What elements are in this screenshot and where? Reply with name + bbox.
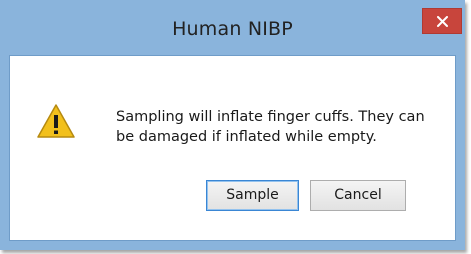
dialog-window: Human NIBP Sampling will inflate finger … [0,0,465,250]
close-button[interactable] [422,8,462,34]
title-bar[interactable]: Human NIBP [0,0,465,55]
warning-icon [37,104,75,138]
close-icon [437,16,448,27]
cancel-button[interactable]: Cancel [310,180,406,211]
dialog-message: Sampling will inflate finger cuffs. They… [116,109,425,145]
dialog-content: Sampling will inflate finger cuffs. They… [9,55,456,241]
window-title: Human NIBP [172,18,293,40]
sample-button[interactable]: Sample [206,180,299,211]
